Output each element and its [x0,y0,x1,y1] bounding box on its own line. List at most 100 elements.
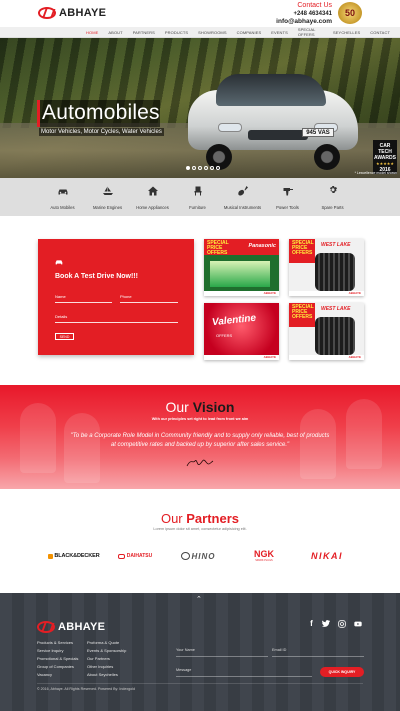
partner-hino[interactable]: HINO [172,549,224,563]
quick-inquiry-button[interactable]: QUICK INQUIRY [320,667,364,677]
partner-nikai[interactable]: NIKAI [300,549,354,563]
slider-dot[interactable] [204,166,208,170]
site-header: ABHAYE Contact Us +248 4634341 info@abha… [0,0,400,27]
vision-quote: "To be a Corporate Role Model in Communi… [70,433,330,448]
copyright-text: © 2016, Abhaye. All Rights Reserved. Pow… [37,687,135,691]
footer-link[interactable]: Events & Sponsorship [87,648,126,653]
logo-text: ABHAYE [59,7,107,19]
hero-caption: * Lexcellence model shown [354,171,397,175]
name-label: Name [55,294,66,299]
logo-mark-icon [38,7,56,19]
contact-block: Contact Us +248 4634341 info@abhaye.com [276,2,332,26]
details-label: Details [55,314,68,319]
logo-mark-icon [37,621,55,633]
nav-special-offers[interactable]: SPECIAL OFFERS [298,27,323,37]
nav-partners[interactable]: PARTNERS [133,30,155,35]
email-id-label: Email ID [272,648,287,652]
promo-valentine[interactable]: Valentine OFFERS ABHAYE [204,303,279,360]
battery-image [210,261,270,287]
promo-west-lake-1[interactable]: SPECIAL PRICE OFFERS WEST LAKE ABHAYE [289,239,364,296]
promo-west-lake-2[interactable]: SPECIAL PRICE OFFERS WEST LAKE ABHAYE [289,303,364,360]
nav-products[interactable]: PRODUCTS [165,30,188,35]
footer-link[interactable]: About Seychelles [87,672,118,677]
contact-phone[interactable]: +248 4634341 [276,10,332,18]
vision-subtitle: With our principles set right to lead fr… [151,417,249,421]
footer-link[interactable]: Service Inquiry [37,648,63,653]
facebook-icon[interactable]: f [307,619,316,628]
your-name-label: Your Name [176,648,195,652]
phone-input[interactable] [120,302,178,303]
vision-title: Our Vision [165,399,235,415]
message-label: Message [176,668,192,672]
partner-black-decker[interactable]: BLACK&DECKER [48,549,100,563]
instagram-icon[interactable] [337,619,346,628]
phone-label: Phone [120,294,132,299]
footer-link[interactable]: Vacancy [37,672,52,677]
footer-link[interactable]: Proforma & Quote [87,640,119,645]
hero-car-image [188,68,358,170]
nav-showrooms[interactable]: SHOWROOMS [198,30,226,35]
nav-companies[interactable]: COMPANIES [237,30,262,35]
youtube-icon[interactable] [353,619,362,628]
logo[interactable]: ABHAYE [38,7,106,19]
footer-link[interactable]: Promotional & Specials [37,656,78,661]
footer-logo[interactable]: ABHAYE [37,621,105,633]
category-power-tools[interactable]: Power Tools [265,178,310,216]
gear-icon [329,186,337,193]
main-nav: HOME ABOUT PARTNERS PRODUCTS SHOWROOMS C… [0,27,400,38]
slider-dot[interactable] [198,166,202,170]
slider-dot[interactable] [216,166,220,170]
hero-subtitle: Motor Vehicles, Motor Cycles, Water Vehi… [39,128,164,136]
slider-dot[interactable] [186,166,190,170]
partner-ngk[interactable]: NGK SPARK PLUGS [246,549,282,563]
category-bar: Auto Mobiles Marine Engines Home Applian… [0,178,400,216]
scroll-top-icon[interactable]: ⌃ [196,595,202,603]
footer-link[interactable]: Products & Services [37,640,73,645]
slider-dots [186,166,222,170]
your-name-input[interactable] [176,656,268,657]
category-musical-instruments[interactable]: Musical Instruments [220,178,265,216]
category-auto-mobiles[interactable]: Auto Mobiles [40,178,85,216]
slider-dot[interactable] [192,166,196,170]
slider-dot[interactable] [210,166,214,170]
nav-events[interactable]: EVENTS [271,30,288,35]
anniversary-badge: 50 [338,2,362,24]
nav-seychelles[interactable]: SEYCHELLES [333,30,360,35]
boat-icon [102,186,113,195]
footer-link[interactable]: Group of Companies [37,664,74,669]
contact-title[interactable]: Contact Us [276,2,332,10]
promo-panasonic[interactable]: SPECIAL PRICE OFFERS Panasonic ABHAYE [204,239,279,296]
drill-icon [283,188,293,196]
nav-contact[interactable]: CONTACT [370,30,390,35]
home-icon [147,186,158,196]
category-furniture[interactable]: Furniture [175,178,220,216]
footer-link[interactable]: Other Inquiries [87,664,113,669]
vision-section: Our Vision With our principles set right… [0,385,400,489]
category-spare-parts[interactable]: Spare Parts [310,178,355,216]
partners-subtitle: Lorem ipsum dolor sit amet, consectetur … [153,527,247,531]
send-button[interactable]: SEND [55,333,74,340]
category-home-appliances[interactable]: Home Appliances [130,178,175,216]
footer-link[interactable]: Our Partners [87,656,110,661]
footer-logo-text: ABHAYE [58,621,106,633]
category-marine-engines[interactable]: Marine Engines [85,178,130,216]
message-input[interactable] [176,676,312,677]
partner-daihatsu[interactable]: DAIHATSU [110,549,160,563]
guitar-icon [237,186,248,196]
partners-title: Our Partners [160,511,240,526]
test-drive-title: Book A Test Drive Now!!! [55,273,138,280]
details-input[interactable] [55,322,178,323]
name-input[interactable] [55,302,112,303]
signature-image [186,459,214,467]
hero-title: Automobiles [42,101,160,124]
nav-about[interactable]: ABOUT [108,30,122,35]
car-plate: 945 VAS [302,128,334,137]
car-icon [55,260,63,265]
nav-home[interactable]: HOME [86,30,98,35]
email-id-input[interactable] [272,656,364,657]
car-tech-award-badge: CAR TECH AWARDS ★★★★★ 2016 [373,140,397,174]
twitter-icon[interactable] [321,619,330,628]
footer-divider [37,683,363,684]
contact-email[interactable]: info@abhaye.com [276,18,332,26]
car-icon [58,189,67,195]
